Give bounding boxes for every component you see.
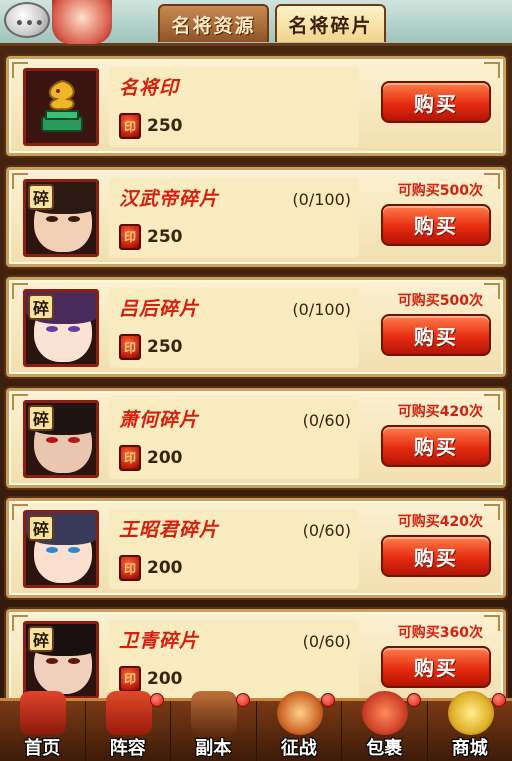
shop-item-list[interactable]: 名将印 印 250 购买 碎 汉武帝碎片 (0/100) 印 250 可购买50… [0,50,512,709]
bag-icon [362,691,408,735]
shard-count: (0/60) [302,521,351,541]
nav-label: 包裹 [366,738,403,759]
player-avatar[interactable] [52,0,112,44]
price-value: 250 [147,226,183,247]
price: 印 200 [119,444,183,471]
purchase-limit: 可购买420次 [397,514,483,531]
game-screen: ••• 名将资源 名将碎片 名将印 印 250 购买 碎 汉武帝碎片 (0/10… [0,0,512,761]
currency-token-icon: 印 [119,555,141,582]
shop-item: 碎 萧何碎片 (0/60) 印 200 可购买420次 购买 [6,387,506,488]
nav-label: 首页 [24,738,61,759]
nav-home[interactable]: 首页 [0,691,85,761]
currency-token-icon: 印 [119,665,141,692]
nav-label: 商城 [451,738,488,759]
price: 印 250 [119,223,183,250]
lineup-icon [105,691,152,735]
tab-general-resources[interactable]: 名将资源 [158,4,269,42]
dungeon-icon [191,691,237,735]
shop-item: 碎 王昭君碎片 (0/60) 印 200 可购买420次 购买 [6,498,506,599]
item-name: 汉武帝碎片 [119,187,220,210]
price: 印 200 [119,665,183,692]
purchase-limit: 可购买360次 [397,624,483,641]
chat-icon[interactable]: ••• [4,2,50,38]
shop-item: 碎 卫青碎片 (0/60) 印 200 可购买360次 购买 [6,608,506,709]
price: 印 250 [119,334,183,361]
hanwudi-portrait-icon: 碎 [23,178,99,257]
dragon-seal-graphic [41,79,83,132]
shard-count: (0/100) [292,300,351,320]
nav-dungeon[interactable]: 副本 [170,691,256,761]
item-name: 吕后碎片 [119,298,200,321]
shard-count: (0/60) [302,631,351,651]
price-value: 250 [147,116,183,136]
item-name: 名将印 [119,77,180,99]
item-name: 王昭君碎片 [119,519,220,542]
purchase-limit: 可购买420次 [397,403,483,420]
buy-button[interactable]: 购买 [381,645,491,688]
top-bar: ••• 名将资源 名将碎片 [0,0,512,46]
purchase-limit: 可购买500次 [397,293,483,310]
shop-item: 碎 吕后碎片 (0/100) 印 250 可购买500次 购买 [6,277,506,378]
shop-tabs: 名将资源 名将碎片 [158,4,386,44]
notification-dot [235,693,250,707]
price-value: 200 [147,447,183,468]
shop-icon [447,691,494,735]
buy-button[interactable]: 购买 [381,203,491,246]
nav-label: 阵容 [109,738,146,759]
item-info: 萧何碎片 (0/60) 印 200 [109,398,359,479]
notification-dot [150,693,164,707]
wangzhaojun-portrait-icon: 碎 [23,510,99,589]
item-info: 名将印 印 250 [109,67,359,147]
buy-button[interactable]: 购买 [381,424,491,467]
nav-bag[interactable]: 包裹 [341,691,427,761]
item-info: 王昭君碎片 (0/60) 印 200 [109,509,359,590]
currency-token-icon: 印 [119,444,141,471]
shard-badge: 碎 [28,183,54,210]
nav-label: 征战 [280,738,317,759]
buy-button[interactable]: 购买 [381,535,491,578]
buy-button[interactable]: 购买 [381,81,491,123]
currency-token-icon: 印 [119,113,141,139]
item-info: 汉武帝碎片 (0/100) 印 250 [109,177,359,258]
bottom-nav: 首页 阵容 副本 征战 包裹 商城 [0,691,512,761]
nav-lineup[interactable]: 阵容 [84,691,171,761]
notification-dot [406,693,421,707]
shop-item: 碎 汉武帝碎片 (0/100) 印 250 可购买500次 购买 [6,166,506,267]
weiqing-portrait-icon: 碎 [23,620,99,699]
item-info: 卫青碎片 (0/60) 印 200 [109,619,359,700]
currency-token-icon: 印 [119,223,141,250]
shard-badge: 碎 [28,294,54,321]
currency-token-icon: 印 [119,334,141,361]
notification-dot [492,693,506,707]
nav-shop[interactable]: 商城 [426,691,512,761]
shard-badge: 碎 [28,515,54,542]
price-value: 250 [147,337,183,358]
buy-button[interactable]: 购买 [381,314,491,357]
price: 印 250 [119,113,183,139]
seal-icon [23,68,99,146]
lvhou-portrait-icon: 碎 [23,289,99,368]
item-info: 吕后碎片 (0/100) 印 250 [109,288,359,369]
shard-badge: 碎 [28,404,54,431]
notification-dot [321,693,335,707]
shop-item: 名将印 印 250 购买 [6,56,506,156]
campaign-icon [276,691,323,735]
price-value: 200 [147,668,183,689]
shard-count: (0/60) [302,410,351,430]
nav-label: 副本 [195,738,232,759]
tab-general-shards[interactable]: 名将碎片 [275,4,386,42]
xiaohe-portrait-icon: 碎 [23,399,99,478]
price-value: 200 [147,558,183,579]
item-name: 卫青碎片 [119,629,200,652]
nav-campaign[interactable]: 征战 [255,691,342,761]
price: 印 200 [119,555,183,582]
shard-badge: 碎 [28,625,54,652]
item-name: 萧何碎片 [119,408,200,431]
purchase-limit: 可购买500次 [397,182,483,199]
shard-count: (0/100) [292,189,351,209]
home-icon [20,691,66,735]
